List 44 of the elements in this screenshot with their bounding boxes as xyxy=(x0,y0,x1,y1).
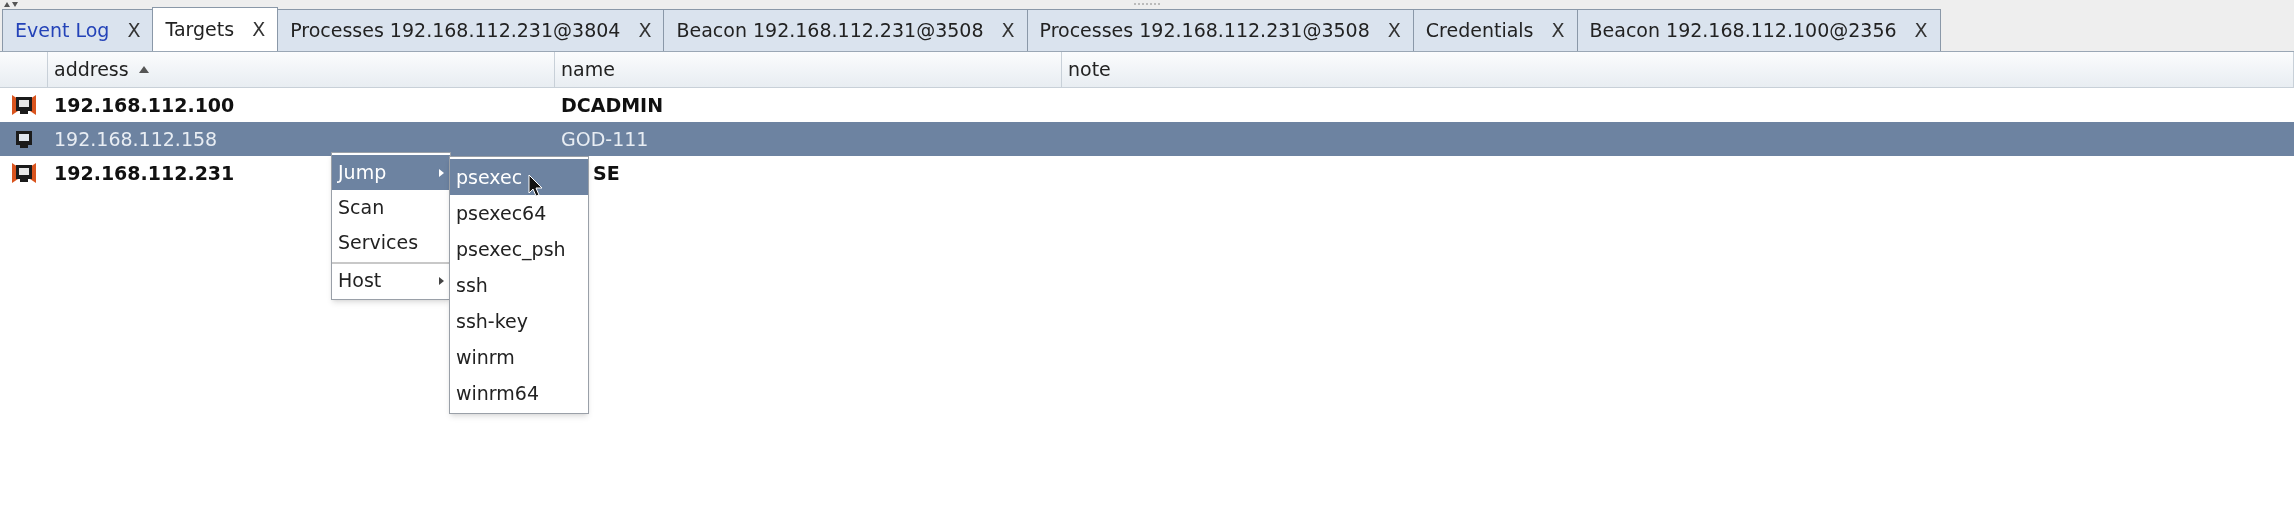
tab[interactable]: Event Log X xyxy=(2,9,154,51)
close-tab-button[interactable]: X xyxy=(1914,16,1928,45)
menu-item[interactable]: Scan xyxy=(332,190,450,225)
tab-label: Processes 192.168.112.231@3804 xyxy=(290,18,621,44)
column-header[interactable]: address xyxy=(48,52,555,87)
close-tab-button[interactable]: X xyxy=(1387,16,1401,45)
tab-label: Processes 192.168.112.231@3508 xyxy=(1039,18,1370,44)
split-arrows-icon[interactable] xyxy=(4,0,18,8)
tab[interactable]: Beacon 192.168.112.100@2356 X xyxy=(1576,9,1941,51)
tab-label: Beacon 192.168.112.100@2356 xyxy=(1589,18,1897,44)
menu-item[interactable]: winrm64 xyxy=(450,375,588,411)
column-header[interactable]: name xyxy=(555,52,1062,87)
tab[interactable]: Processes 192.168.112.231@3508 X xyxy=(1026,9,1414,51)
menu-item[interactable]: psexec_psh xyxy=(450,231,588,267)
name-cell: DCADMIN xyxy=(561,93,664,116)
tab-label: Beacon 192.168.112.231@3508 xyxy=(676,18,984,44)
menu-item[interactable]: winrm xyxy=(450,339,588,375)
address-cell: 192.168.112.231 xyxy=(54,161,235,184)
menu-item[interactable]: ssh-key xyxy=(450,303,588,339)
menu-item[interactable]: ssh xyxy=(450,267,588,303)
close-tab-button[interactable]: X xyxy=(1551,16,1565,45)
menu-item[interactable]: psexec64 xyxy=(450,195,588,231)
tab[interactable]: Beacon 192.168.112.231@3508 X xyxy=(663,9,1028,51)
close-tab-button[interactable]: X xyxy=(127,16,141,45)
menu-item[interactable]: Jump xyxy=(332,155,450,190)
tab-label: Credentials xyxy=(1425,18,1534,44)
column-header[interactable]: note xyxy=(1062,52,2294,87)
close-tab-button[interactable]: X xyxy=(638,16,652,45)
tab[interactable]: Targets X xyxy=(152,7,279,51)
close-tab-button[interactable]: X xyxy=(1001,16,1015,45)
tab[interactable]: Credentials X xyxy=(1412,9,1578,51)
name-cell: SE xyxy=(593,161,620,184)
menu-item[interactable]: psexec xyxy=(450,159,588,195)
address-cell: 192.168.112.100 xyxy=(54,93,235,116)
close-tab-button[interactable]: X xyxy=(252,15,266,44)
tab[interactable]: Processes 192.168.112.231@3804 X xyxy=(277,9,665,51)
name-cell: GOD-111 xyxy=(561,127,649,150)
sort-ascending-icon xyxy=(138,66,149,73)
menu-item[interactable]: Services xyxy=(332,225,450,260)
tab-label: Event Log xyxy=(15,18,110,44)
address-cell: 192.168.112.158 xyxy=(54,127,218,150)
grip-icon[interactable] xyxy=(1134,1,1160,7)
mouse-cursor-icon xyxy=(528,174,544,198)
tab-label: Targets xyxy=(165,17,235,43)
